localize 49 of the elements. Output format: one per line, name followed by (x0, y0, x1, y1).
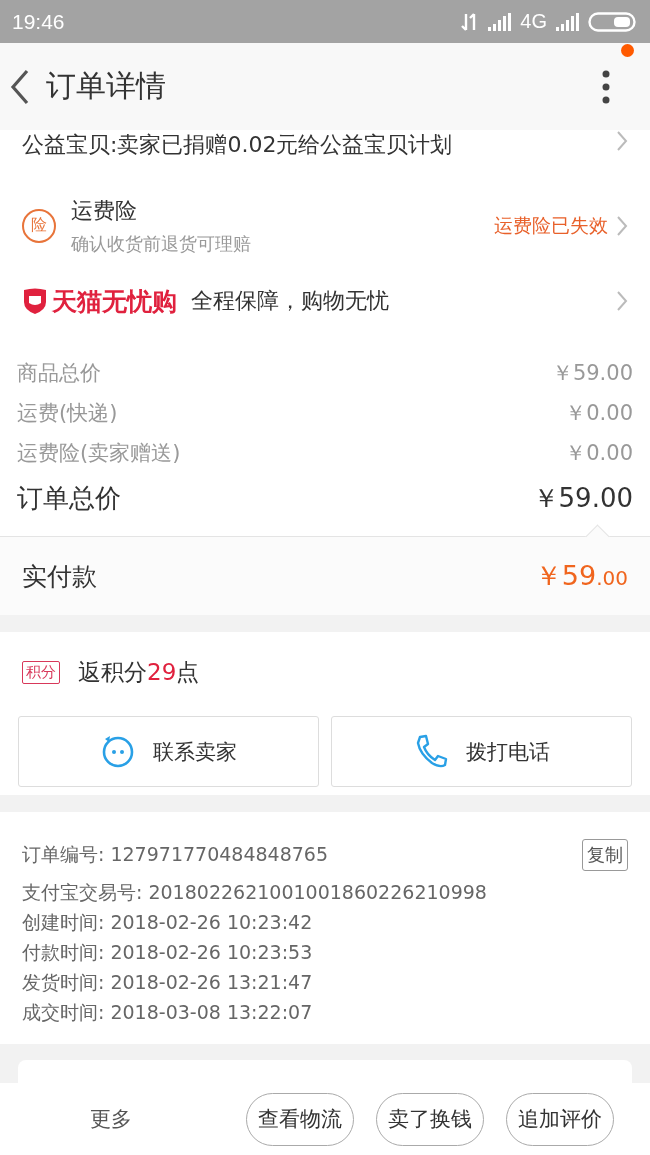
price-label: 订单总价 (17, 482, 121, 515)
network-label: 4G (520, 10, 547, 33)
guarantee-row[interactable]: 天猫无忧购 全程保障，购物无忧 (0, 265, 650, 337)
charity-row[interactable]: 公益宝贝:卖家已捐赠0.02元给公益宝贝计划 (0, 130, 650, 168)
insurance-title: 运费险 (71, 196, 138, 225)
guarantee-slogan: 全程保障，购物无忧 (191, 287, 390, 315)
price-value: ￥59.00 (532, 482, 633, 515)
battery-icon (588, 10, 638, 33)
page-title: 订单详情 (46, 67, 167, 105)
charity-text: 公益宝贝:卖家已捐赠0.02元给公益宝贝计划 (22, 131, 454, 159)
order-info-text: 发货时间: 2018-02-26 13:21:47 (22, 970, 313, 995)
order-info-text: 订单编号: 127971770484848765 (22, 842, 329, 867)
order-info-text: 付款时间: 2018-02-26 10:23:53 (22, 940, 313, 965)
insurance-badge: 险 (22, 208, 56, 243)
paid-label: 实付款 (22, 560, 97, 593)
copy-button[interactable]: 复制 (582, 839, 628, 871)
points-text: 返积分29点 (78, 657, 200, 687)
paid-amount: ￥59.00 (534, 559, 628, 593)
more-link[interactable]: 更多 (90, 1105, 132, 1133)
signal-icon (555, 11, 580, 32)
price-label: 商品总价 (17, 360, 101, 387)
action-button[interactable]: 卖了换钱 (376, 1092, 484, 1146)
chevron-icon (616, 290, 628, 312)
insurance-row[interactable]: 险 运费险 确认收货前退货可理赔 运费险已失效 (0, 168, 650, 265)
clock-time: 19:46 (12, 9, 65, 34)
back-button[interactable] (10, 68, 30, 105)
action-button[interactable]: 追加评价 (506, 1092, 614, 1146)
price-label: 运费(快递) (17, 400, 118, 427)
price-value: ￥0.00 (565, 440, 633, 467)
guarantee-brand: 天猫无忧购 (52, 285, 177, 318)
price-label: 运费险(卖家赠送) (17, 440, 181, 467)
points-badge: 积分 (22, 660, 60, 684)
insurance-subtitle: 确认收货前退货可理赔 (71, 231, 252, 256)
chevron-icon (616, 130, 628, 152)
order-info-text: 创建时间: 2018-02-26 10:23:42 (22, 910, 313, 935)
back-icon (10, 68, 30, 105)
price-value: ￥0.00 (565, 400, 633, 427)
shield-icon (22, 287, 48, 315)
order-info-text: 成交时间: 2018-03-08 13:22:07 (22, 1000, 313, 1025)
insurance-status: 运费险已失效 (494, 212, 608, 238)
action-button[interactable]: 查看物流 (246, 1092, 354, 1146)
chat-icon (100, 733, 135, 770)
order-info-text: 支付宝交易号: 2018022621001001860226210998 (22, 880, 487, 905)
signal-icon (487, 11, 513, 32)
price-value: ￥59.00 (551, 360, 633, 387)
chevron-icon (616, 214, 628, 237)
contact-button[interactable]: 联系卖家 (18, 716, 319, 787)
contact-button[interactable]: 拨打电话 (331, 716, 632, 787)
more-icon (602, 69, 610, 104)
